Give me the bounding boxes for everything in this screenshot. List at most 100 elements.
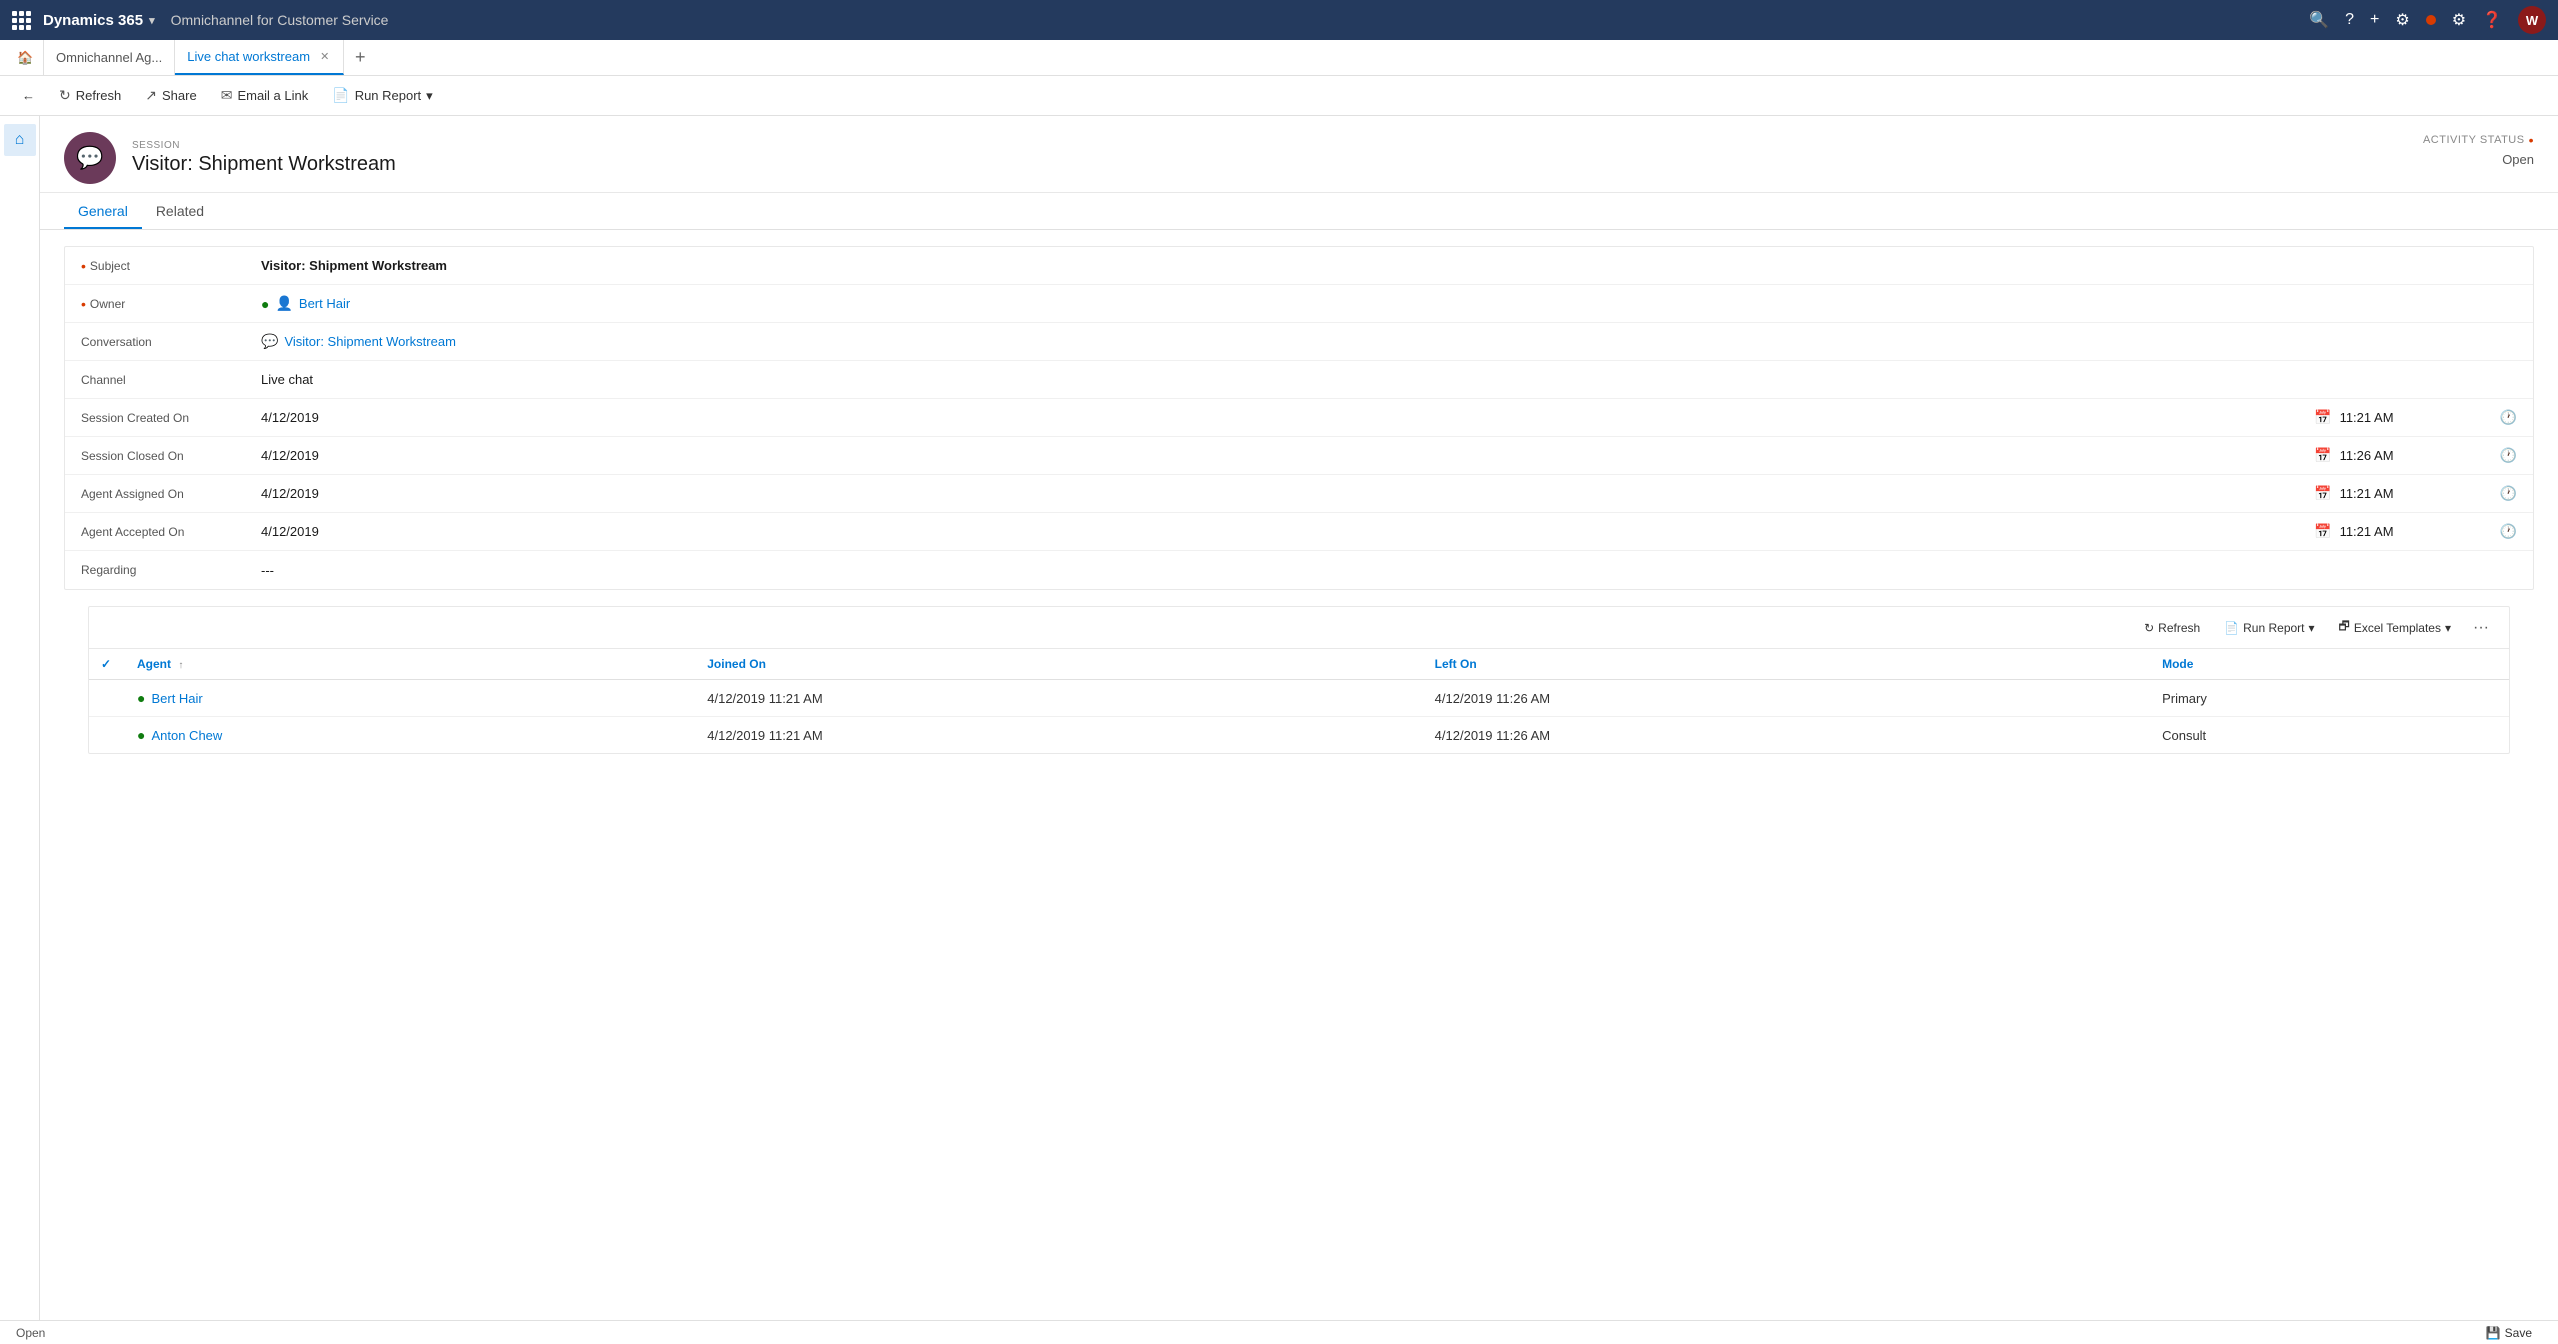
conversation-label: Conversation <box>81 335 261 349</box>
run-report-label: Run Report <box>355 88 421 103</box>
subtable-report-icon: 📄 <box>2224 621 2239 635</box>
session-label: SESSION <box>132 140 396 151</box>
agent1-link[interactable]: Bert Hair <box>151 691 202 706</box>
sidebar-home-icon[interactable]: ⌂ <box>4 124 36 156</box>
user-avatar[interactable]: W <box>2518 6 2546 34</box>
conversation-link[interactable]: Visitor: Shipment Workstream <box>284 334 455 349</box>
col-left-on[interactable]: Left On <box>1423 649 2150 680</box>
tab-omnichannel-label: Omnichannel Ag... <box>56 50 162 65</box>
share-button[interactable]: ↗ Share <box>135 83 206 108</box>
session-closed-time: 11:26 AM <box>2340 448 2500 463</box>
agent-assigned-time: 11:21 AM <box>2340 486 2500 501</box>
agent-accepted-date: 4/12/2019 <box>261 524 2306 539</box>
agent-assigned-label: Agent Assigned On <box>81 487 261 501</box>
status-dot <box>2426 15 2436 25</box>
toolbar: ← ↻ Refresh ↗ Share ✉ Email a Link 📄 Run… <box>0 76 2558 116</box>
home-button[interactable]: 🏠 <box>8 40 44 75</box>
owner-label: • Owner <box>81 296 261 312</box>
help-icon[interactable]: ? <box>2345 11 2354 29</box>
session-closed-clock-icon[interactable]: 🕐 <box>2500 447 2517 464</box>
owner-link[interactable]: Bert Hair <box>299 296 350 311</box>
table-row: ● Anton Chew 4/12/2019 11:21 AM 4/12/201… <box>89 717 2509 754</box>
refresh-label: Refresh <box>76 88 122 103</box>
agent-assigned-calendar-icon[interactable]: 📅 <box>2314 485 2331 502</box>
agents-table-area: ↻ Refresh 📄 Run Report ▾ 🗗 Excel Templat… <box>88 606 2510 754</box>
email-link-button[interactable]: ✉ Email a Link <box>211 83 319 108</box>
add-icon[interactable]: + <box>2370 11 2379 29</box>
agent-assigned-date: 4/12/2019 <box>261 486 2306 501</box>
agent1-online-icon: ● <box>137 690 145 706</box>
session-created-calendar-icon[interactable]: 📅 <box>2314 409 2331 426</box>
row1-check <box>89 680 125 717</box>
form-tabs: General Related <box>40 193 2558 230</box>
sub-table-toolbar: ↻ Refresh 📄 Run Report ▾ 🗗 Excel Templat… <box>89 607 2509 649</box>
subtable-excel-button[interactable]: 🗗 Excel Templates ▾ <box>2329 613 2461 642</box>
session-info: SESSION Visitor: Shipment Workstream <box>132 140 396 176</box>
search-icon[interactable]: 🔍 <box>2309 10 2329 30</box>
question-icon[interactable]: ❓ <box>2482 10 2502 30</box>
col-joined-on[interactable]: Joined On <box>695 649 1422 680</box>
new-tab-button[interactable]: + <box>344 40 376 75</box>
app-title: Dynamics 365 <box>43 12 143 29</box>
refresh-button[interactable]: ↻ Refresh <box>49 83 131 108</box>
form-row-session-created: Session Created On 4/12/2019 📅 11:21 AM … <box>65 399 2533 437</box>
col-mode[interactable]: Mode <box>2150 649 2509 680</box>
run-report-chevron: ▾ <box>426 88 433 104</box>
form-row-owner: • Owner ● 👤 Bert Hair <box>65 285 2533 323</box>
col-mode-label: Mode <box>2162 657 2193 671</box>
session-closed-date: 4/12/2019 <box>261 448 2306 463</box>
session-header: 💬 SESSION Visitor: Shipment Workstream A… <box>40 116 2558 193</box>
tab-livechat[interactable]: Live chat workstream ✕ <box>175 40 344 75</box>
col-left-label: Left On <box>1435 657 1477 671</box>
save-icon: 💾 <box>2486 1326 2501 1340</box>
app-title-chevron[interactable]: ▾ <box>149 14 155 27</box>
settings-icon[interactable]: ⚙ <box>2452 10 2466 30</box>
tab-omnichannel[interactable]: Omnichannel Ag... <box>44 40 175 75</box>
col-check[interactable]: ✓ <box>89 649 125 680</box>
subtable-more-icon[interactable]: ··· <box>2465 615 2497 641</box>
agent-accepted-label: Agent Accepted On <box>81 525 261 539</box>
main-area: ⌂ 💬 SESSION Visitor: Shipment Workstream… <box>0 116 2558 1344</box>
owner-online-icon: ● <box>261 296 269 312</box>
tab-livechat-label: Live chat workstream <box>187 49 310 64</box>
sidebar-icons: ⌂ <box>0 116 40 1344</box>
row2-check <box>89 717 125 754</box>
channel-label: Channel <box>81 373 261 387</box>
tab-general[interactable]: General <box>64 193 142 229</box>
agent2-link[interactable]: Anton Chew <box>151 728 222 743</box>
subtable-excel-chevron: ▾ <box>2445 621 2451 635</box>
subtable-refresh-icon: ↻ <box>2144 621 2154 635</box>
row2-agent: ● Anton Chew <box>125 717 695 754</box>
subtable-refresh-button[interactable]: ↻ Refresh <box>2134 617 2210 639</box>
share-icon: ↗ <box>145 87 157 104</box>
subtable-run-report-button[interactable]: 📄 Run Report ▾ <box>2214 617 2324 639</box>
run-report-button[interactable]: 📄 Run Report ▾ <box>322 83 442 108</box>
regarding-label: Regarding <box>81 563 261 577</box>
tab-livechat-close[interactable]: ✕ <box>318 48 331 65</box>
session-closed-calendar-icon[interactable]: 📅 <box>2314 447 2331 464</box>
session-header-right: Activity Status • Open <box>2423 132 2534 167</box>
agent-accepted-time: 11:21 AM <box>2340 524 2500 539</box>
agent-assigned-clock-icon[interactable]: 🕐 <box>2500 485 2517 502</box>
session-created-clock-icon[interactable]: 🕐 <box>2500 409 2517 426</box>
filter-icon[interactable]: ⚙ <box>2395 10 2409 30</box>
col-agent[interactable]: Agent ↑ <box>125 649 695 680</box>
agent2-online-icon: ● <box>137 727 145 743</box>
subject-value: Visitor: Shipment Workstream <box>261 258 2517 273</box>
form-section-main: • Subject Visitor: Shipment Workstream •… <box>64 246 2534 590</box>
status-bar-left: Open <box>16 1326 45 1340</box>
grid-menu-icon[interactable] <box>12 11 31 30</box>
back-icon: ← <box>22 88 35 103</box>
back-button[interactable]: ← <box>12 84 45 107</box>
subject-label: • Subject <box>81 258 261 274</box>
session-icon: 💬 <box>64 132 116 184</box>
checkmark-icon: ✓ <box>101 657 111 671</box>
row1-agent: ● Bert Hair <box>125 680 695 717</box>
agent-accepted-clock-icon[interactable]: 🕐 <box>2500 523 2517 540</box>
save-button[interactable]: 💾 Save <box>2476 1324 2542 1342</box>
row2-mode: Consult <box>2150 717 2509 754</box>
row2-joined: 4/12/2019 11:21 AM <box>695 717 1422 754</box>
tab-related[interactable]: Related <box>142 193 218 229</box>
agent-accepted-calendar-icon[interactable]: 📅 <box>2314 523 2331 540</box>
owner-value: ● 👤 Bert Hair <box>261 295 2517 312</box>
